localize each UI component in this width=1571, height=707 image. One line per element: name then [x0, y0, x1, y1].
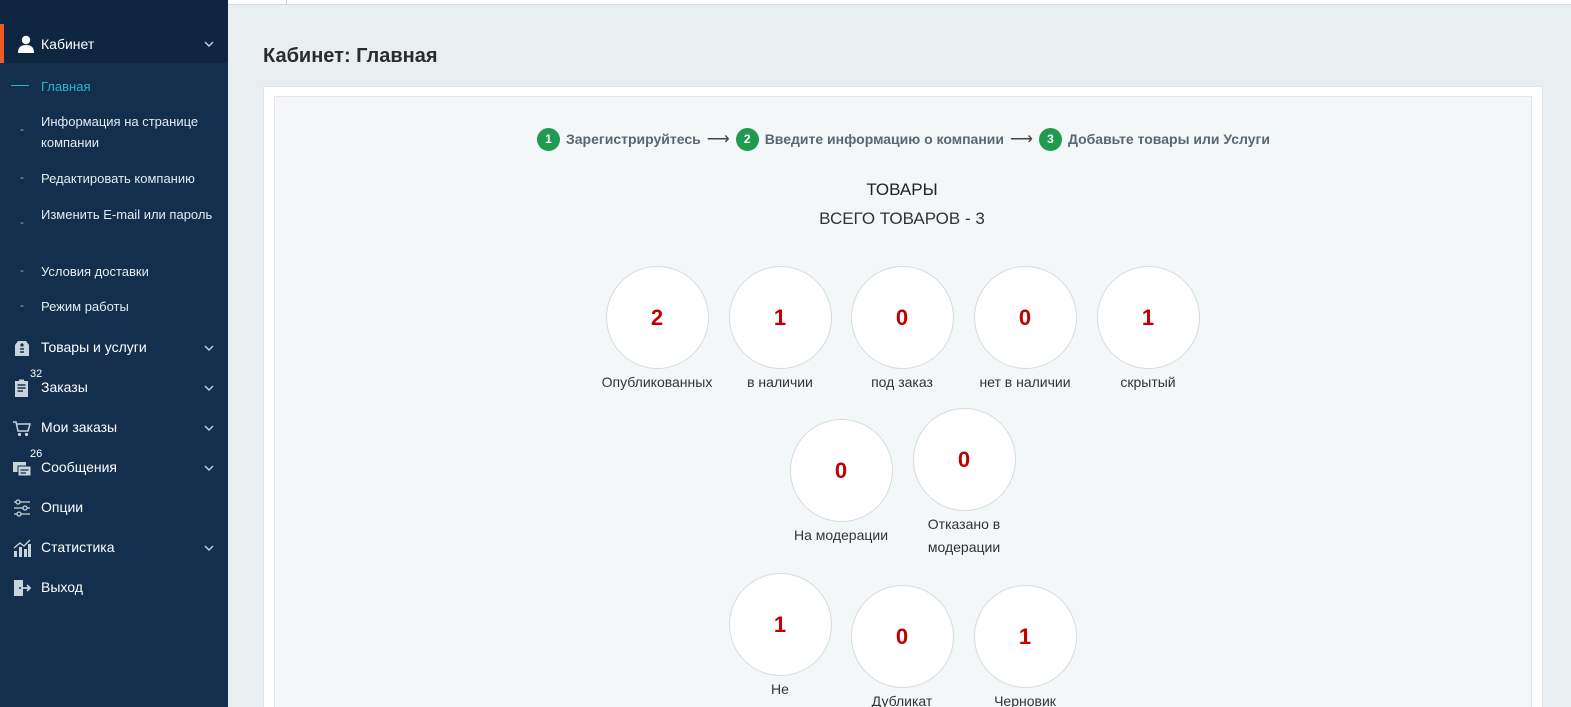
- sidebar-item-label: Заказы: [41, 379, 88, 395]
- stat-value: 0: [850, 585, 954, 688]
- divider: [286, 0, 287, 5]
- sliders-icon: [12, 498, 32, 518]
- step-label: Добавьте товары или Услуги: [1067, 131, 1270, 147]
- sidebar-subitem-label: Главная: [41, 79, 91, 94]
- stat-value: 1: [728, 266, 832, 369]
- stat-hidden[interactable]: 1 скрытый: [1088, 266, 1208, 394]
- step-number: 2: [735, 127, 759, 151]
- stat-on-order[interactable]: 0 под заказ: [842, 266, 962, 394]
- stat-moderation[interactable]: 0 На модерации: [781, 419, 901, 547]
- stat-label: скрытый: [1120, 374, 1176, 390]
- stat-value: 2: [605, 266, 709, 369]
- sidebar-subitem-label: Информация на странице компании: [41, 114, 199, 150]
- sidebar-subitem-main[interactable]: Главная: [0, 76, 228, 97]
- sidebar-subitem-delivery[interactable]: - Условия доставки: [0, 261, 228, 282]
- active-indicator: [11, 85, 29, 86]
- stat-label: Не: [771, 681, 789, 697]
- stat-value: 0: [912, 408, 1016, 511]
- stat-value: 1: [728, 573, 832, 676]
- sidebar-item-label: Сообщения: [41, 459, 117, 475]
- top-bar: [228, 0, 1571, 5]
- chevron-down-icon: [204, 423, 214, 433]
- sidebar-subitem-label: Условия доставки: [41, 264, 149, 279]
- stat-draft[interactable]: 1 Черновик: [965, 585, 1085, 707]
- stat-value: 1: [1096, 266, 1200, 369]
- chevron-down-icon: [204, 463, 214, 473]
- stat-label: Опубликованных: [601, 374, 713, 390]
- goods-heading: ТОВАРЫ: [866, 180, 938, 199]
- stat-value: 0: [973, 266, 1077, 369]
- sidebar-item-options[interactable]: Опции: [0, 488, 228, 528]
- sidebar-subitem-label: Режим работы: [41, 299, 129, 314]
- sidebar-top-strip: [0, 0, 228, 24]
- dash-marker: -: [20, 298, 24, 312]
- chevron-down-icon: [204, 343, 214, 353]
- chevron-down-icon: [204, 39, 214, 49]
- tag-icon: [12, 338, 32, 358]
- sidebar-item-label: Опции: [41, 499, 84, 515]
- step-number: 3: [1038, 127, 1062, 151]
- sidebar-subitem-schedule[interactable]: - Режим работы: [0, 296, 228, 317]
- stat-label: в наличии: [747, 374, 813, 390]
- sidebar-item-cabinet[interactable]: Кабинет: [0, 24, 228, 63]
- exit-icon: [12, 578, 32, 598]
- stat-value: 1: [973, 585, 1077, 688]
- arrow-right-icon: ⟶: [1010, 131, 1033, 148]
- user-icon: [16, 34, 36, 54]
- chevron-down-icon: [204, 543, 214, 553]
- stat-duplicate[interactable]: 0 Дубликат: [842, 585, 962, 707]
- step-label: Зарегистрируйтесь: [566, 131, 701, 147]
- sidebar-subitem-company-info[interactable]: - Информация на странице компании: [0, 111, 228, 153]
- chart-icon: [12, 538, 32, 558]
- stat-label: Отказано в модерации: [927, 516, 1001, 555]
- stat-label: нет в наличии: [979, 374, 1071, 390]
- stat-published[interactable]: 2 Опубликованных: [597, 266, 717, 394]
- sidebar-item-label: Товары и услуги: [41, 339, 147, 355]
- stat-label: под заказ: [871, 374, 933, 390]
- goods-total: ВСЕГО ТОВАРОВ - 3: [819, 209, 985, 228]
- orders-icon: [12, 378, 32, 398]
- cart-icon: [12, 418, 32, 438]
- sidebar: Кабинет Главная - Информация на странице…: [0, 0, 228, 707]
- stat-label: Дубликат: [871, 693, 933, 707]
- sidebar-item-products[interactable]: Товары и услуги: [0, 328, 228, 368]
- messages-icon: [12, 458, 32, 478]
- chevron-down-icon: [204, 383, 214, 393]
- stat-label: Черновик: [994, 693, 1056, 707]
- sidebar-item-orders[interactable]: 32 Заказы: [0, 368, 228, 408]
- stat-label: На модерации: [793, 527, 889, 543]
- stat-value: 0: [789, 419, 893, 522]
- arrow-right-icon: ⟶: [706, 131, 730, 148]
- stat-not-category[interactable]: 1 Не: [720, 573, 840, 701]
- dash-marker: -: [20, 122, 24, 136]
- sidebar-item-my-orders[interactable]: Мои заказы: [0, 408, 228, 448]
- step-label: Введите информацию о компании: [764, 131, 1004, 147]
- sidebar-item-logout[interactable]: Выход: [0, 568, 228, 608]
- sidebar-item-messages[interactable]: 26 Сообщения: [0, 448, 228, 488]
- sidebar-item-statistics[interactable]: Статистика: [0, 528, 228, 568]
- sidebar-item-label: Кабинет: [41, 35, 95, 52]
- onboarding-steps: 1 Зарегистрируйтесь ⟶ 2 Введите информац…: [537, 127, 1270, 151]
- sidebar-item-label: Мои заказы: [41, 419, 118, 435]
- sidebar-item-label: Статистика: [41, 539, 115, 555]
- step-number: 1: [537, 127, 560, 151]
- dash-marker: -: [20, 263, 24, 277]
- stat-in-stock[interactable]: 1 в наличии: [720, 266, 840, 394]
- page-title: Кабинет: Главная: [263, 45, 438, 67]
- stat-rejected[interactable]: 0 Отказано в модерации: [904, 408, 1024, 559]
- stat-value: 0: [850, 266, 954, 369]
- stat-out-of-stock[interactable]: 0 нет в наличии: [965, 266, 1085, 394]
- sidebar-item-label: Выход: [41, 579, 83, 595]
